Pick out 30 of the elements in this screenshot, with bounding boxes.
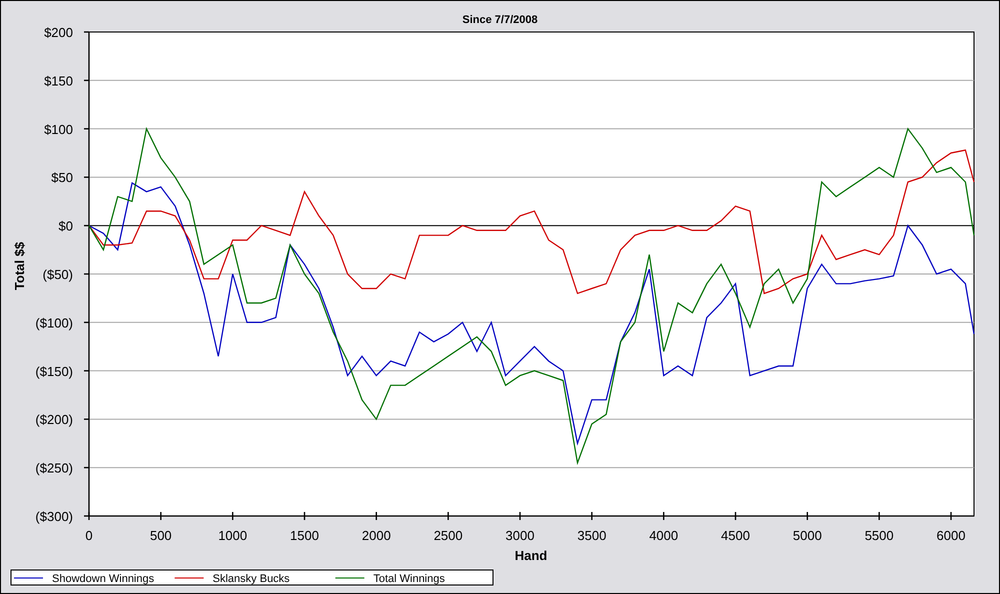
tick-label: 500 bbox=[150, 528, 172, 543]
x-axis-title: Hand bbox=[514, 548, 548, 563]
tick-label: 6000 bbox=[936, 528, 966, 543]
tick-label: ($150) bbox=[35, 364, 73, 379]
tick-label: $100 bbox=[44, 122, 73, 137]
tick-label: 5000 bbox=[792, 528, 822, 543]
legend-label: Total Winnings bbox=[373, 573, 445, 585]
tick-label: 0 bbox=[85, 528, 93, 543]
tick-label: 1500 bbox=[290, 528, 319, 543]
legend-label: Showdown Winnings bbox=[52, 573, 154, 585]
tick-label: 5500 bbox=[864, 528, 894, 543]
tick-label: 4500 bbox=[721, 528, 750, 543]
tick-label: 3500 bbox=[577, 528, 606, 543]
tick-label: ($100) bbox=[35, 315, 73, 330]
tick-label: 3000 bbox=[506, 528, 534, 543]
tick-label: ($200) bbox=[35, 412, 73, 428]
tick-label: ($250) bbox=[35, 460, 73, 476]
tick-label: $50 bbox=[51, 170, 73, 186]
tick-label: 1000 bbox=[218, 528, 248, 543]
legend-label: Sklansky Bucks bbox=[212, 573, 290, 585]
y-axis-title: Total $$ bbox=[12, 242, 27, 290]
tick-label: $0 bbox=[58, 218, 73, 234]
tick-label: 4000 bbox=[649, 528, 678, 543]
tick-label: 2000 bbox=[362, 528, 391, 543]
tick-label: $200 bbox=[44, 25, 73, 40]
tick-label: 2500 bbox=[434, 528, 463, 543]
chart-title: Since 7/7/2008 bbox=[462, 14, 538, 26]
tick-label: ($300) bbox=[35, 509, 73, 524]
tick-label: $150 bbox=[44, 73, 73, 88]
tick-label: ($50) bbox=[42, 267, 73, 282]
